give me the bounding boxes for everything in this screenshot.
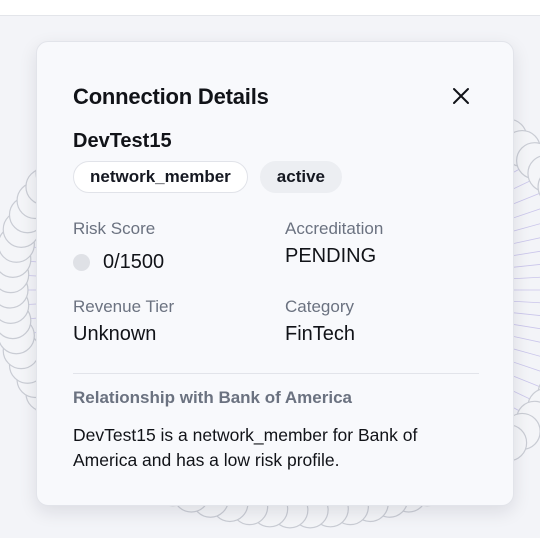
close-button[interactable] bbox=[447, 82, 475, 110]
risk-score-label: Risk Score bbox=[73, 219, 156, 238]
field-risk-score: Risk Score 0/1500 bbox=[73, 219, 164, 274]
tag-status: active bbox=[259, 161, 342, 193]
entity-name: DevTest15 bbox=[73, 130, 172, 152]
connection-details-panel: Connection Details DevTest15 network_mem… bbox=[36, 41, 514, 506]
tag-role: network_member bbox=[73, 161, 248, 193]
risk-score-value: 0/1500 bbox=[103, 251, 165, 273]
risk-indicator-icon bbox=[73, 254, 90, 271]
accreditation-value: PENDING bbox=[285, 245, 377, 267]
relationship-title: Relationship with Bank of America bbox=[73, 388, 352, 407]
revenue-tier-label: Revenue Tier bbox=[73, 297, 175, 316]
close-icon bbox=[453, 88, 469, 104]
field-revenue-tier: Revenue Tier Unknown bbox=[73, 297, 174, 346]
section-divider bbox=[73, 373, 479, 374]
panel-title: Connection Details bbox=[73, 84, 269, 109]
risk-score-value-row: 0/1500 bbox=[73, 251, 164, 274]
field-accreditation: Accreditation PENDING bbox=[285, 219, 383, 268]
accreditation-label: Accreditation bbox=[285, 219, 384, 238]
category-value: FinTech bbox=[285, 323, 356, 345]
field-category: Category FinTech bbox=[285, 297, 355, 346]
app-page: Connection Details DevTest15 network_mem… bbox=[0, 0, 540, 538]
revenue-tier-value: Unknown bbox=[73, 323, 157, 345]
entity-tags: network_member active bbox=[73, 161, 342, 193]
category-label: Category bbox=[285, 297, 354, 316]
relationship-description: DevTest15 is a network_member for Bank o… bbox=[73, 425, 418, 470]
